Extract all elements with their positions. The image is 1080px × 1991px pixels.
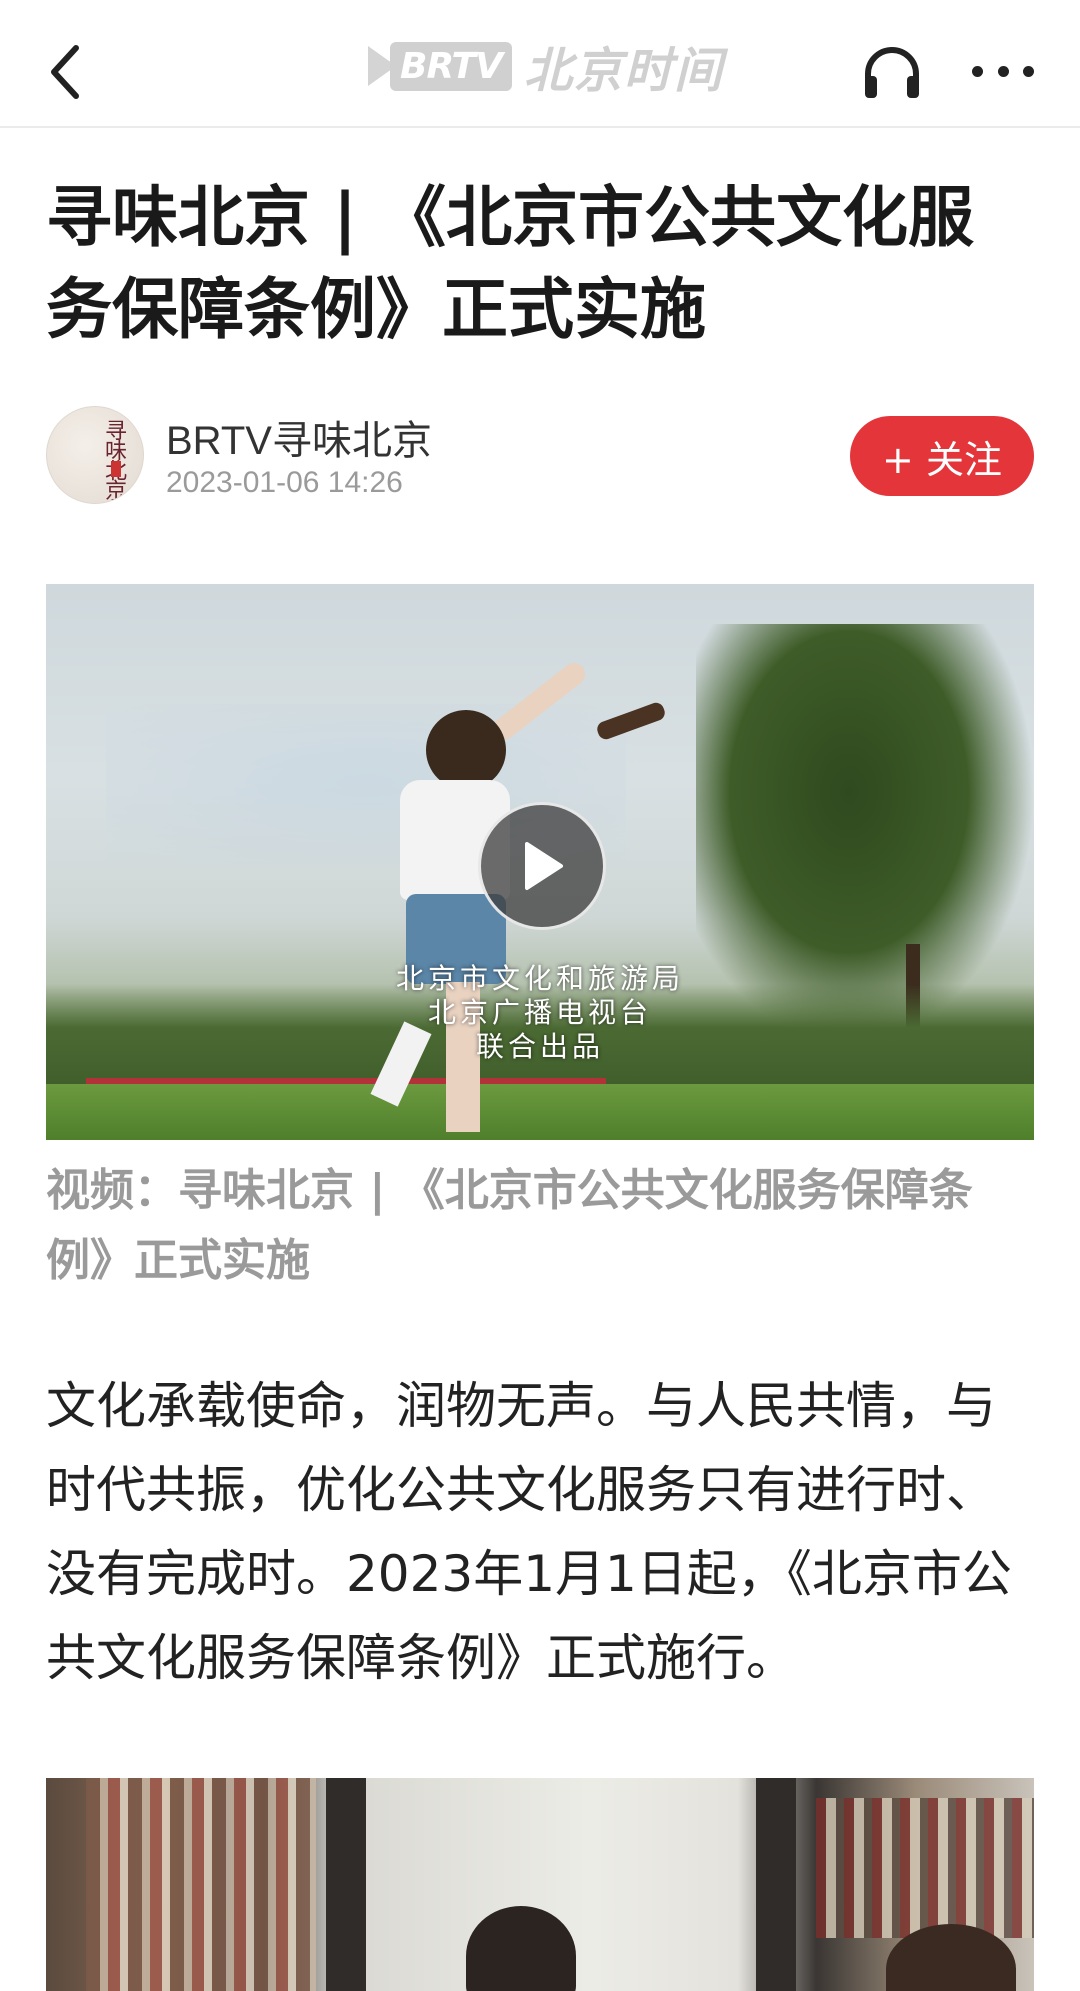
chevron-left-icon <box>51 45 79 99</box>
avatar-text: 寻味北京 <box>101 419 126 499</box>
listen-button[interactable] <box>862 44 922 100</box>
top-bar: BRTV 北京时间 <box>0 0 1080 128</box>
back-button[interactable] <box>40 42 90 102</box>
video-caption: 视频：寻味北京 | 《北京市公共文化服务保障条例》正式实施 <box>46 1165 973 1286</box>
more-horizontal-icon <box>972 65 983 77</box>
article-image[interactable] <box>46 1778 1034 1991</box>
bookshelf <box>86 1778 316 1991</box>
video-player[interactable]: 北京市文化和旅游局 北京广播电视台 联合出品 <box>46 584 1034 1140</box>
publish-time: 2023-01-06 14:26 <box>166 466 403 499</box>
brand-name: 北京时间 <box>523 43 724 99</box>
author-row: 寻味北京 BRTV寻味北京 2023-01-06 14:26 + 关注 <box>46 404 1034 504</box>
avatar[interactable]: 寻味北京 <box>46 406 144 504</box>
play-button[interactable] <box>478 802 606 930</box>
headphones-icon <box>865 47 919 98</box>
author-name[interactable]: BRTV寻味北京 <box>166 408 432 466</box>
article-title: 寻味北京 | 《北京市公共文化服务保障条例》正式实施 <box>46 179 975 348</box>
follow-button[interactable]: + 关注 <box>850 416 1034 496</box>
play-icon <box>525 842 563 890</box>
brtv-logo: BRTV <box>368 37 512 95</box>
video-overlay-text: 北京市文化和旅游局 北京广播电视台 联合出品 <box>395 962 684 1063</box>
seal-mark <box>111 461 121 477</box>
article-paragraph: 文化承载使命，润物无声。与人民共情，与时代共振，优化公共文化服务只有进行时、没有… <box>46 1377 1012 1687</box>
brand-badge: BRTV <box>390 41 512 91</box>
brand-logo: BRTV 北京时间 <box>368 36 724 99</box>
bookshelf <box>816 1798 1034 1938</box>
more-button[interactable] <box>972 56 1034 86</box>
